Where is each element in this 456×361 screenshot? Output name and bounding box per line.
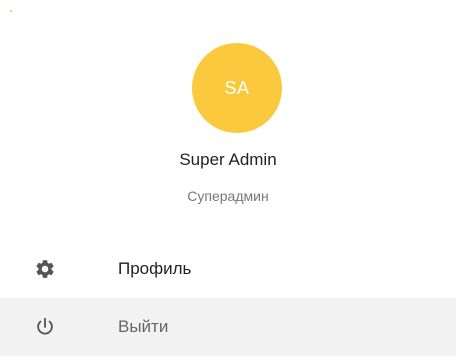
user-menu-popup: SA Super Admin Суперадмин Профиль Выйти (0, 0, 456, 361)
menu-item-label: Профиль (118, 259, 192, 278)
gear-icon (33, 257, 57, 281)
menu-item-logout[interactable]: Выйти (0, 298, 456, 356)
user-role: Суперадмин (187, 188, 269, 204)
avatar: SA (192, 43, 282, 133)
menu-item-profile[interactable]: Профиль (0, 240, 456, 298)
menu-item-label: Выйти (118, 317, 169, 336)
user-menu: Профиль Выйти (0, 240, 456, 356)
corner-dot (10, 10, 12, 12)
user-name: Super Admin (179, 150, 277, 169)
power-icon (33, 315, 57, 339)
avatar-initials: SA (224, 77, 250, 98)
